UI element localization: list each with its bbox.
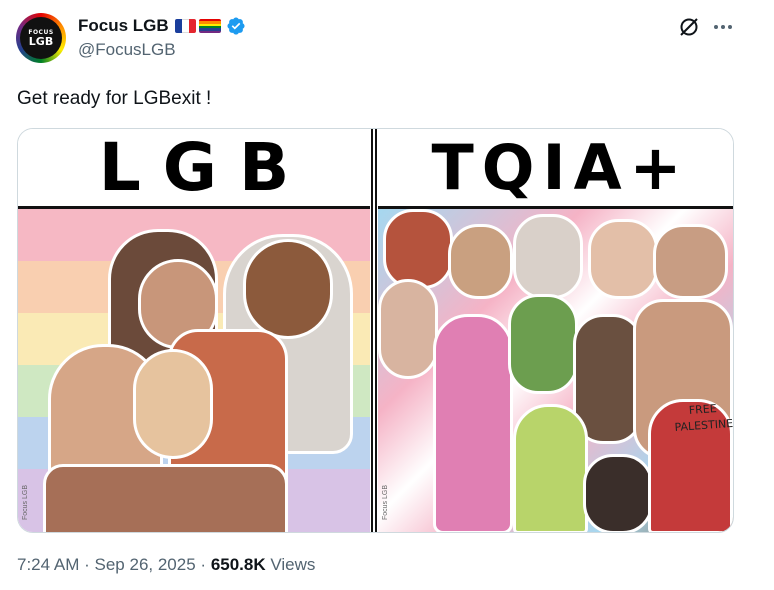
person-figure	[653, 224, 728, 299]
tweet: FOCUS LGB Focus LGB @FocusLGB Get ready …	[0, 0, 774, 590]
shirt-slogan: FREE PALESTINE	[673, 400, 734, 436]
media-right-photo: FREE PALESTINE Focus LGB	[378, 209, 734, 532]
person-figure	[448, 224, 513, 299]
tweet-time[interactable]: 7:24 AM	[17, 555, 79, 574]
flag-france-icon	[174, 19, 196, 33]
person-figure	[513, 404, 588, 532]
media-panel-left: LGB Focus LGB	[18, 129, 370, 532]
grok-icon[interactable]	[677, 15, 701, 39]
more-icon[interactable]	[711, 15, 735, 39]
person-figure	[508, 294, 578, 394]
avatar[interactable]: FOCUS LGB	[16, 13, 66, 63]
person-figure	[433, 314, 513, 532]
author-handle[interactable]: @FocusLGB	[78, 40, 176, 60]
person-figure	[383, 209, 453, 289]
verified-badge-icon[interactable]	[226, 16, 246, 36]
views-count: 650.8K	[210, 555, 266, 574]
flag-rainbow-icon	[198, 19, 221, 33]
person-figure	[583, 454, 653, 532]
person-figure	[133, 349, 213, 459]
tweet-date[interactable]: Sep 26, 2025	[95, 555, 196, 574]
media-right-title: TQIA+	[378, 129, 733, 209]
media-panel-right: TQIA+ FREE PALESTINE Focus LGB	[378, 129, 734, 532]
media-divider	[370, 129, 378, 532]
shirt-slogan-line1: FREE	[688, 402, 718, 417]
person-figure	[588, 219, 658, 299]
media-left-photo: Focus LGB	[18, 209, 370, 532]
avatar-logo: FOCUS LGB	[20, 17, 62, 59]
author-display-name[interactable]: Focus LGB	[78, 16, 169, 36]
media-left-watermark: Focus LGB	[22, 484, 29, 520]
tweet-meta: 7:24 AM · Sep 26, 2025 · 650.8K Views	[17, 555, 315, 575]
media-left-title: LGB	[18, 129, 370, 209]
views-label: Views	[270, 555, 316, 574]
person-figure	[243, 239, 333, 339]
meta-separator: ·	[200, 555, 207, 574]
shirt-slogan-line2: PALESTINE	[674, 416, 734, 435]
tweet-media[interactable]: LGB Focus LGB TQIA+ FREE PALESTINE Focus…	[17, 128, 734, 533]
person-figure	[513, 214, 583, 299]
person-figure	[43, 464, 288, 532]
tweet-text: Get ready for LGBexit !	[17, 88, 212, 109]
media-right-watermark: Focus LGB	[382, 484, 389, 520]
author-name-row: Focus LGB	[78, 15, 246, 37]
person-figure	[378, 279, 438, 379]
meta-separator: ·	[84, 555, 90, 574]
avatar-text-big: LGB	[28, 35, 54, 48]
